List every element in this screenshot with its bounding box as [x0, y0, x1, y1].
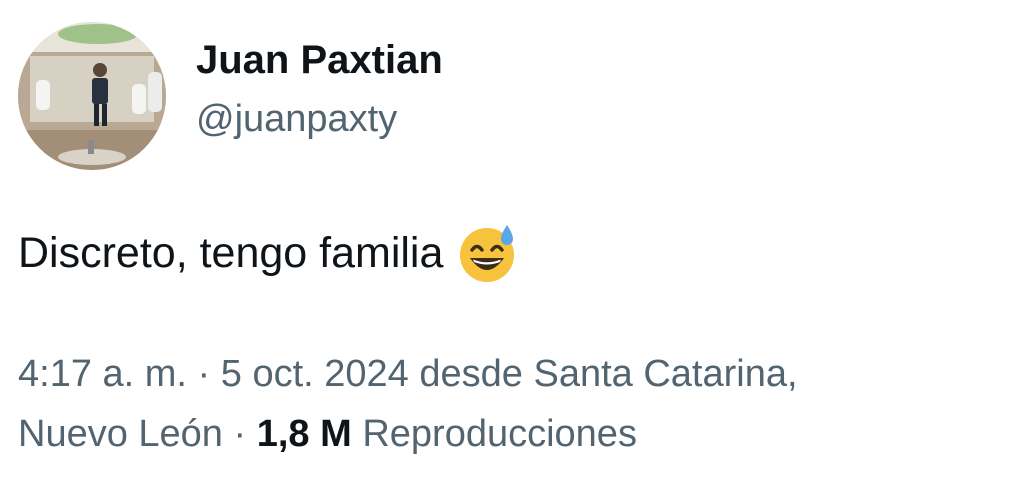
tweet-date: 5 oct. 2024 [220, 353, 409, 395]
separator-dot: · [233, 413, 247, 455]
location-name: Nuevo León [18, 413, 223, 455]
timestamp-link[interactable]: 4:17 a. m. · 5 oct. 2024 [18, 353, 419, 395]
tweet-text-content: Discreto, tengo familia [18, 229, 444, 277]
views-count: 1,8 M [256, 413, 352, 455]
avatar-photo [18, 22, 166, 170]
grinning-face-with-sweat-icon [457, 222, 519, 284]
tweet-text: Discreto, tengo familia [18, 222, 519, 284]
metadata-line-1: 4:17 a. m. · 5 oct. 2024 desde Santa Cat… [18, 344, 998, 404]
location-prefix: desde Santa Catarina, [419, 353, 798, 395]
views-label: Reproducciones [362, 413, 637, 455]
separator-dot: · [197, 353, 211, 395]
metadata-line-2: Nuevo León · 1,8 M Reproducciones [18, 404, 998, 464]
avatar[interactable] [18, 22, 166, 170]
display-name[interactable]: Juan Paxtian [196, 36, 443, 84]
views-link[interactable]: 1,8 M Reproducciones [257, 413, 637, 455]
tweet-metadata: 4:17 a. m. · 5 oct. 2024 desde Santa Cat… [18, 344, 998, 464]
user-handle[interactable]: @juanpaxty [196, 96, 397, 142]
tweet-card: Juan Paxtian @juanpaxty Discreto, tengo … [0, 0, 1012, 486]
tweet-time: 4:17 a. m. [18, 353, 187, 395]
